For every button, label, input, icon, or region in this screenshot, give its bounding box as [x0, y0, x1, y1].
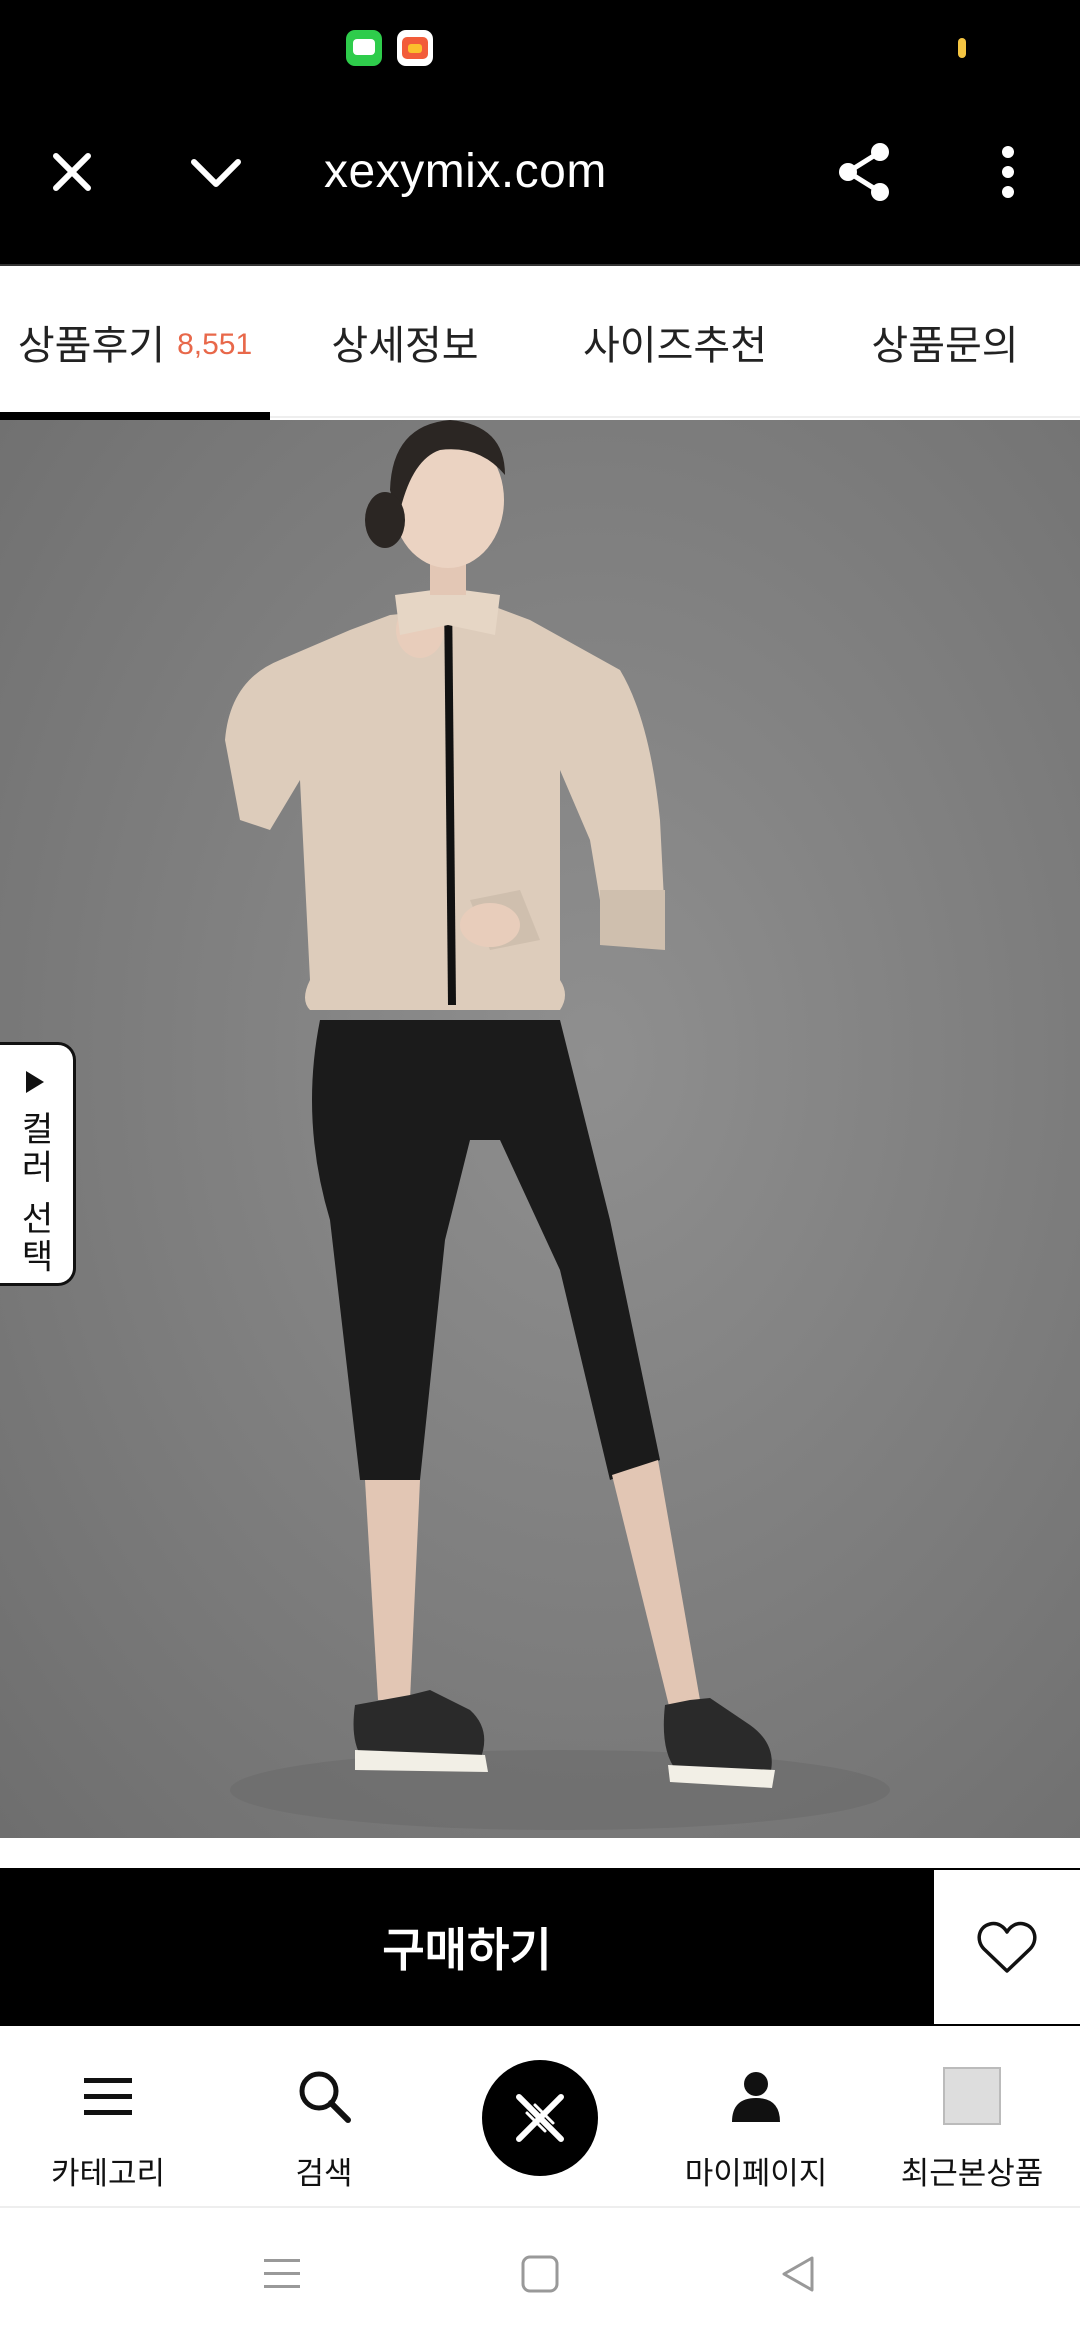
tab-reviews[interactable]: 상품후기 8,551: [0, 266, 270, 420]
nav-mypage-label: 마이페이지: [684, 2156, 828, 2191]
tab-details[interactable]: 상세정보: [270, 266, 540, 418]
tab-size-recommendation[interactable]: 사이즈추천: [540, 266, 810, 418]
share-icon[interactable]: [828, 136, 900, 208]
status-bar: [0, 0, 1080, 96]
model-photo: [225, 420, 890, 1830]
review-count: 8,551: [177, 328, 253, 361]
bottom-navigation: 카테고리 검색 마이페이지 최근본상품: [0, 2026, 1080, 2208]
battery-indicator-icon: [958, 38, 966, 58]
product-image: 컬러 선택: [0, 420, 1080, 1838]
recent-product-thumbnail: [942, 2066, 1002, 2126]
more-menu-icon[interactable]: [972, 136, 1044, 208]
nav-home[interactable]: [432, 2026, 648, 2208]
active-tab-indicator: [0, 412, 270, 420]
tab-reviews-label: 상품후기: [17, 324, 166, 368]
close-icon[interactable]: [36, 136, 108, 208]
url-text[interactable]: xexymix.com: [324, 144, 607, 199]
nav-recent-products[interactable]: 최근본상품: [864, 2026, 1080, 2208]
nav-mypage[interactable]: 마이페이지: [648, 2026, 864, 2208]
person-icon: [726, 2066, 786, 2126]
tab-inquiry[interactable]: 상품문의: [810, 266, 1080, 418]
messages-notification-icon: [346, 30, 382, 66]
xexymix-logo-icon: [482, 2060, 598, 2176]
menu-icon: [78, 2066, 138, 2126]
nav-search-label: 검색: [295, 2156, 353, 2191]
heart-icon: [977, 1921, 1037, 1973]
nav-category[interactable]: 카테고리: [0, 2026, 216, 2208]
play-arrow-icon: [25, 1071, 44, 1093]
product-tab-bar: 상품후기 8,551 상세정보 사이즈추천 상품문의: [0, 266, 1080, 420]
back-icon[interactable]: [768, 2244, 828, 2304]
purchase-bar: 구매하기: [0, 1868, 1080, 2026]
recent-apps-icon[interactable]: [252, 2244, 312, 2304]
system-navigation-bar: [0, 2208, 1080, 2340]
tab-details-label: 상세정보: [331, 324, 479, 368]
color-select-tab[interactable]: 컬러 선택: [0, 1042, 76, 1286]
nav-category-label: 카테고리: [50, 2156, 166, 2191]
tab-size-label: 사이즈추천: [583, 324, 767, 368]
color-select-label: 컬러 선택: [15, 1111, 53, 1277]
nav-search[interactable]: 검색: [216, 2026, 432, 2208]
chevron-down-icon[interactable]: [180, 136, 252, 208]
gallery-notification-icon: [397, 30, 433, 66]
search-icon: [294, 2066, 354, 2126]
wishlist-button[interactable]: [934, 1868, 1080, 2024]
tab-inquiry-label: 상품문의: [871, 324, 1019, 368]
buy-button[interactable]: 구매하기: [0, 1868, 934, 2026]
home-icon[interactable]: [510, 2244, 570, 2304]
browser-toolbar: xexymix.com: [0, 96, 1080, 266]
nav-recent-label: 최근본상품: [900, 2156, 1044, 2191]
